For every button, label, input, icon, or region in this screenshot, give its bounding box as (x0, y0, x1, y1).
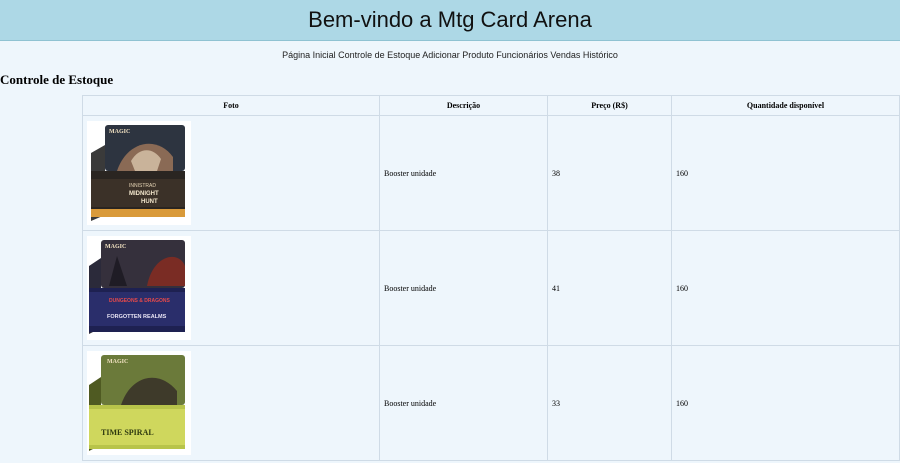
table-row: MAGIC TIME SPIRAL Booster unidade 33 160 (82, 345, 900, 461)
svg-text:TIME SPIRAL: TIME SPIRAL (101, 428, 154, 437)
nav-link-sales[interactable]: Vendas (550, 50, 580, 60)
price-cell: 33 (547, 345, 672, 461)
svg-text:MAGIC: MAGIC (109, 129, 130, 135)
table-header-row: Foto Descrição Preço (R$) Quantidade dis… (82, 95, 900, 116)
page-title: Controle de Estoque (0, 72, 114, 87)
site-header: Bem-vindo a Mtg Card Arena (0, 0, 900, 41)
table-row: MAGIC INNISTRAD MIDNIGHT HUNT Booster un… (82, 115, 900, 231)
photo-cell: MAGIC INNISTRAD MIDNIGHT HUNT (82, 115, 380, 231)
site-title: Bem-vindo a Mtg Card Arena (308, 7, 592, 32)
photo-cell: MAGIC DUNGEONS & DRAGONS FORGOTTEN REALM… (82, 230, 380, 346)
nav-link-home[interactable]: Página Inicial (282, 50, 336, 60)
stock-table: Foto Descrição Preço (R$) Quantidade dis… (82, 95, 900, 461)
description-cell: Booster unidade (379, 345, 548, 461)
column-header-price: Preço (R$) (547, 95, 672, 116)
svg-text:INNISTRAD: INNISTRAD (129, 183, 156, 189)
product-image-time-spiral: MAGIC TIME SPIRAL (87, 351, 191, 455)
svg-text:DUNGEONS & DRAGONS: DUNGEONS & DRAGONS (109, 298, 171, 304)
product-image-forgotten-realms: MAGIC DUNGEONS & DRAGONS FORGOTTEN REALM… (87, 236, 191, 340)
main-nav: Página Inicial Controle de Estoque Adici… (0, 50, 900, 64)
column-header-quantity: Quantidade disponível (671, 95, 900, 116)
svg-text:FORGOTTEN REALMS: FORGOTTEN REALMS (107, 314, 167, 320)
svg-text:HUNT: HUNT (141, 199, 158, 205)
nav-link-stock-control[interactable]: Controle de Estoque (338, 50, 420, 60)
svg-text:MAGIC: MAGIC (105, 244, 126, 250)
column-header-description: Descrição (379, 95, 548, 116)
nav-link-employees[interactable]: Funcionários (496, 50, 548, 60)
column-header-photo: Foto (82, 95, 380, 116)
photo-cell: MAGIC TIME SPIRAL (82, 345, 380, 461)
quantity-cell: 160 (671, 230, 900, 346)
price-cell: 41 (547, 230, 672, 346)
svg-text:MAGIC: MAGIC (107, 359, 128, 365)
table-row: MAGIC DUNGEONS & DRAGONS FORGOTTEN REALM… (82, 230, 900, 346)
product-image-midnight-hunt: MAGIC INNISTRAD MIDNIGHT HUNT (87, 121, 191, 225)
quantity-cell: 160 (671, 115, 900, 231)
svg-text:MIDNIGHT: MIDNIGHT (129, 191, 159, 197)
quantity-cell: 160 (671, 345, 900, 461)
nav-link-add-product[interactable]: Adicionar Produto (422, 50, 494, 60)
nav-link-history[interactable]: Histórico (583, 50, 618, 60)
description-cell: Booster unidade (379, 230, 548, 346)
price-cell: 38 (547, 115, 672, 231)
description-cell: Booster unidade (379, 115, 548, 231)
